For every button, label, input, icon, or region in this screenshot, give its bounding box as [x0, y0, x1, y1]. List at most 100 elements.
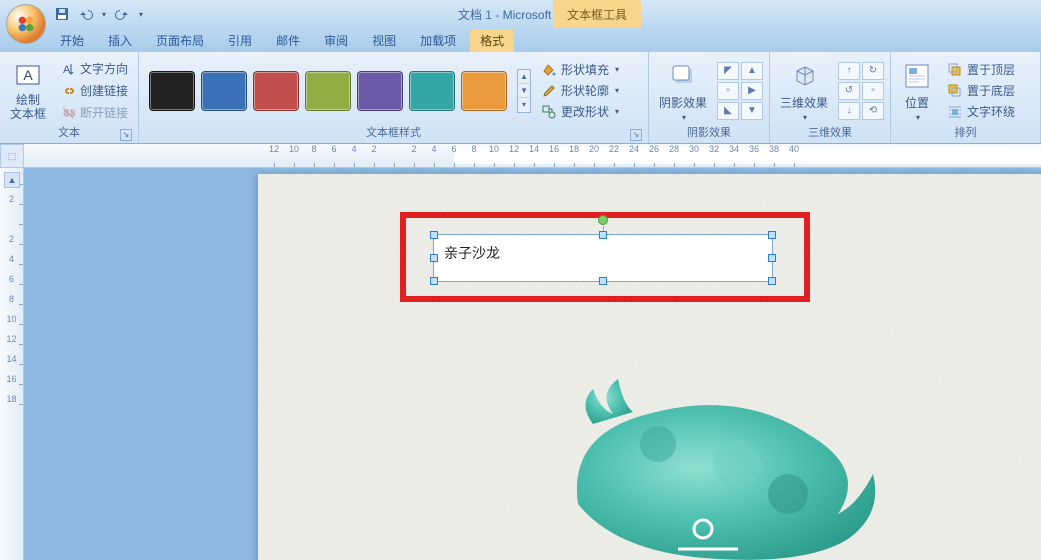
pencil-icon	[541, 83, 557, 99]
vruler-tick: 12	[0, 334, 23, 354]
group-3d: 三维效果 ▾ ↑ ↻ ↺ ▫ ↓ ⟲ 三维效果	[770, 52, 891, 143]
bring-front-icon	[947, 62, 963, 78]
group-text: A 绘制 文本框 A 文字方向 创建链接 断开链接 文本↘	[0, 52, 139, 143]
hruler-tick: 6	[444, 144, 464, 167]
resize-handle-ne[interactable]	[768, 231, 776, 239]
position-button[interactable]: 位置 ▾	[897, 58, 937, 124]
tilt-up[interactable]: ↑	[838, 62, 860, 80]
hruler-tick: 16	[544, 144, 564, 167]
rotate-handle[interactable]	[598, 215, 608, 225]
tab-review[interactable]: 审阅	[314, 29, 358, 52]
gallery-scroll-down[interactable]: ▼	[518, 84, 530, 98]
vertical-scroll-up[interactable]: ▲	[4, 172, 20, 188]
tab-addins[interactable]: 加载项	[410, 29, 466, 52]
draw-textbox-button[interactable]: A 绘制 文本框	[6, 58, 50, 122]
style-gallery[interactable]	[145, 67, 511, 115]
group-text-launcher[interactable]: ↘	[120, 129, 132, 141]
create-link-button[interactable]: 创建链接	[56, 81, 132, 101]
group-shadow-label: 阴影效果	[687, 127, 731, 139]
gallery-scroll: ▲ ▼ ▾	[517, 69, 531, 113]
style-swatch-0[interactable]	[149, 71, 195, 111]
office-button[interactable]	[6, 4, 46, 44]
threeD-effects-button[interactable]: 三维效果 ▾	[776, 58, 832, 124]
undo-icon	[79, 7, 93, 21]
shape-outline-button[interactable]: 形状轮廓▾	[537, 81, 623, 101]
shadow-nudge-up-left[interactable]: ◤	[717, 62, 739, 80]
break-link-button[interactable]: 断开链接	[56, 103, 132, 123]
resize-handle-e[interactable]	[768, 254, 776, 262]
group-styles-launcher[interactable]: ↘	[630, 129, 642, 141]
tab-view[interactable]: 视图	[362, 29, 406, 52]
document-page[interactable]: 亲子沙龙	[258, 174, 1041, 560]
style-swatch-1[interactable]	[201, 71, 247, 111]
gallery-scroll-up[interactable]: ▲	[518, 70, 530, 84]
whale-image[interactable]	[538, 354, 878, 560]
qat-save-button[interactable]	[52, 4, 72, 24]
tab-page-layout[interactable]: 页面布局	[146, 29, 214, 52]
resize-handle-s[interactable]	[599, 277, 607, 285]
resize-handle-w[interactable]	[430, 254, 438, 262]
shadow-effects-button[interactable]: 阴影效果 ▾	[655, 58, 711, 124]
office-logo-icon	[15, 13, 37, 35]
style-swatch-3[interactable]	[305, 71, 351, 111]
resize-handle-sw[interactable]	[430, 277, 438, 285]
create-link-label: 创建链接	[80, 82, 128, 99]
tab-format[interactable]: 格式	[470, 29, 514, 52]
tab-references[interactable]: 引用	[218, 29, 262, 52]
style-swatch-4[interactable]	[357, 71, 403, 111]
selected-text-box[interactable]: 亲子沙龙	[433, 234, 773, 282]
qat-customize-dropdown[interactable]: ▾	[136, 4, 146, 24]
change-shape-icon	[541, 104, 557, 120]
threeD-effects-label: 三维效果	[780, 94, 828, 111]
hruler-tick: 36	[744, 144, 764, 167]
text-direction-button[interactable]: A 文字方向	[56, 59, 132, 79]
gallery-more[interactable]: ▾	[518, 98, 530, 111]
tilt-down[interactable]: ↓	[838, 102, 860, 120]
text-box-content[interactable]: 亲子沙龙	[434, 235, 772, 271]
qat-undo-button[interactable]	[76, 4, 96, 24]
group-styles-label: 文本框样式	[366, 127, 421, 139]
vertical-ruler[interactable]: 224681012141618	[0, 168, 24, 560]
style-swatch-6[interactable]	[461, 71, 507, 111]
tilt-left[interactable]: ↺	[838, 82, 860, 100]
hruler-tick: 30	[684, 144, 704, 167]
tilt-toggle[interactable]: ▫	[862, 82, 884, 100]
shadow-toggle[interactable]: ▫	[717, 82, 739, 100]
ruler-corner[interactable]: ⬚	[0, 144, 24, 168]
tab-insert[interactable]: 插入	[98, 29, 142, 52]
vruler-tick	[0, 214, 23, 234]
style-swatch-5[interactable]	[409, 71, 455, 111]
tilt-reset[interactable]: ⟲	[862, 102, 884, 120]
shadow-nudge-down[interactable]: ▼	[741, 102, 763, 120]
hruler-tick: 2	[364, 144, 384, 167]
shadow-nudge-down-left[interactable]: ◣	[717, 102, 739, 120]
text-wrap-button[interactable]: 文字环绕	[943, 102, 1019, 122]
document-viewport[interactable]: 亲子沙龙	[24, 168, 1041, 560]
hruler-tick: 38	[764, 144, 784, 167]
send-to-back-button[interactable]: 置于底层	[943, 81, 1019, 101]
hruler-tick: 14	[524, 144, 544, 167]
style-swatch-2[interactable]	[253, 71, 299, 111]
change-shape-button[interactable]: 更改形状▾	[537, 102, 623, 122]
shape-fill-button[interactable]: 形状填充▾	[537, 60, 623, 80]
bring-to-front-button[interactable]: 置于顶层	[943, 60, 1019, 80]
qat-undo-dropdown[interactable]: ▾	[100, 4, 108, 24]
cube-icon	[788, 60, 820, 92]
tilt-right[interactable]: ↻	[862, 62, 884, 80]
vruler-tick: 6	[0, 274, 23, 294]
resize-handle-se[interactable]	[768, 277, 776, 285]
link-icon	[60, 83, 76, 99]
resize-handle-n[interactable]	[599, 231, 607, 239]
hruler-tick: 6	[324, 144, 344, 167]
hruler-tick: 18	[564, 144, 584, 167]
text-direction-label: 文字方向	[80, 60, 128, 77]
tab-mailings[interactable]: 邮件	[266, 29, 310, 52]
tab-home[interactable]: 开始	[50, 29, 94, 52]
shadow-nudge-up[interactable]: ▲	[741, 62, 763, 80]
shadow-nudge-right[interactable]: ▶	[741, 82, 763, 100]
resize-handle-nw[interactable]	[430, 231, 438, 239]
hruler-tick: 34	[724, 144, 744, 167]
horizontal-ruler[interactable]: 1210864224681012141618202224262830323436…	[24, 144, 1041, 168]
qat-redo-button[interactable]	[112, 4, 132, 24]
hruler-tick: 24	[624, 144, 644, 167]
